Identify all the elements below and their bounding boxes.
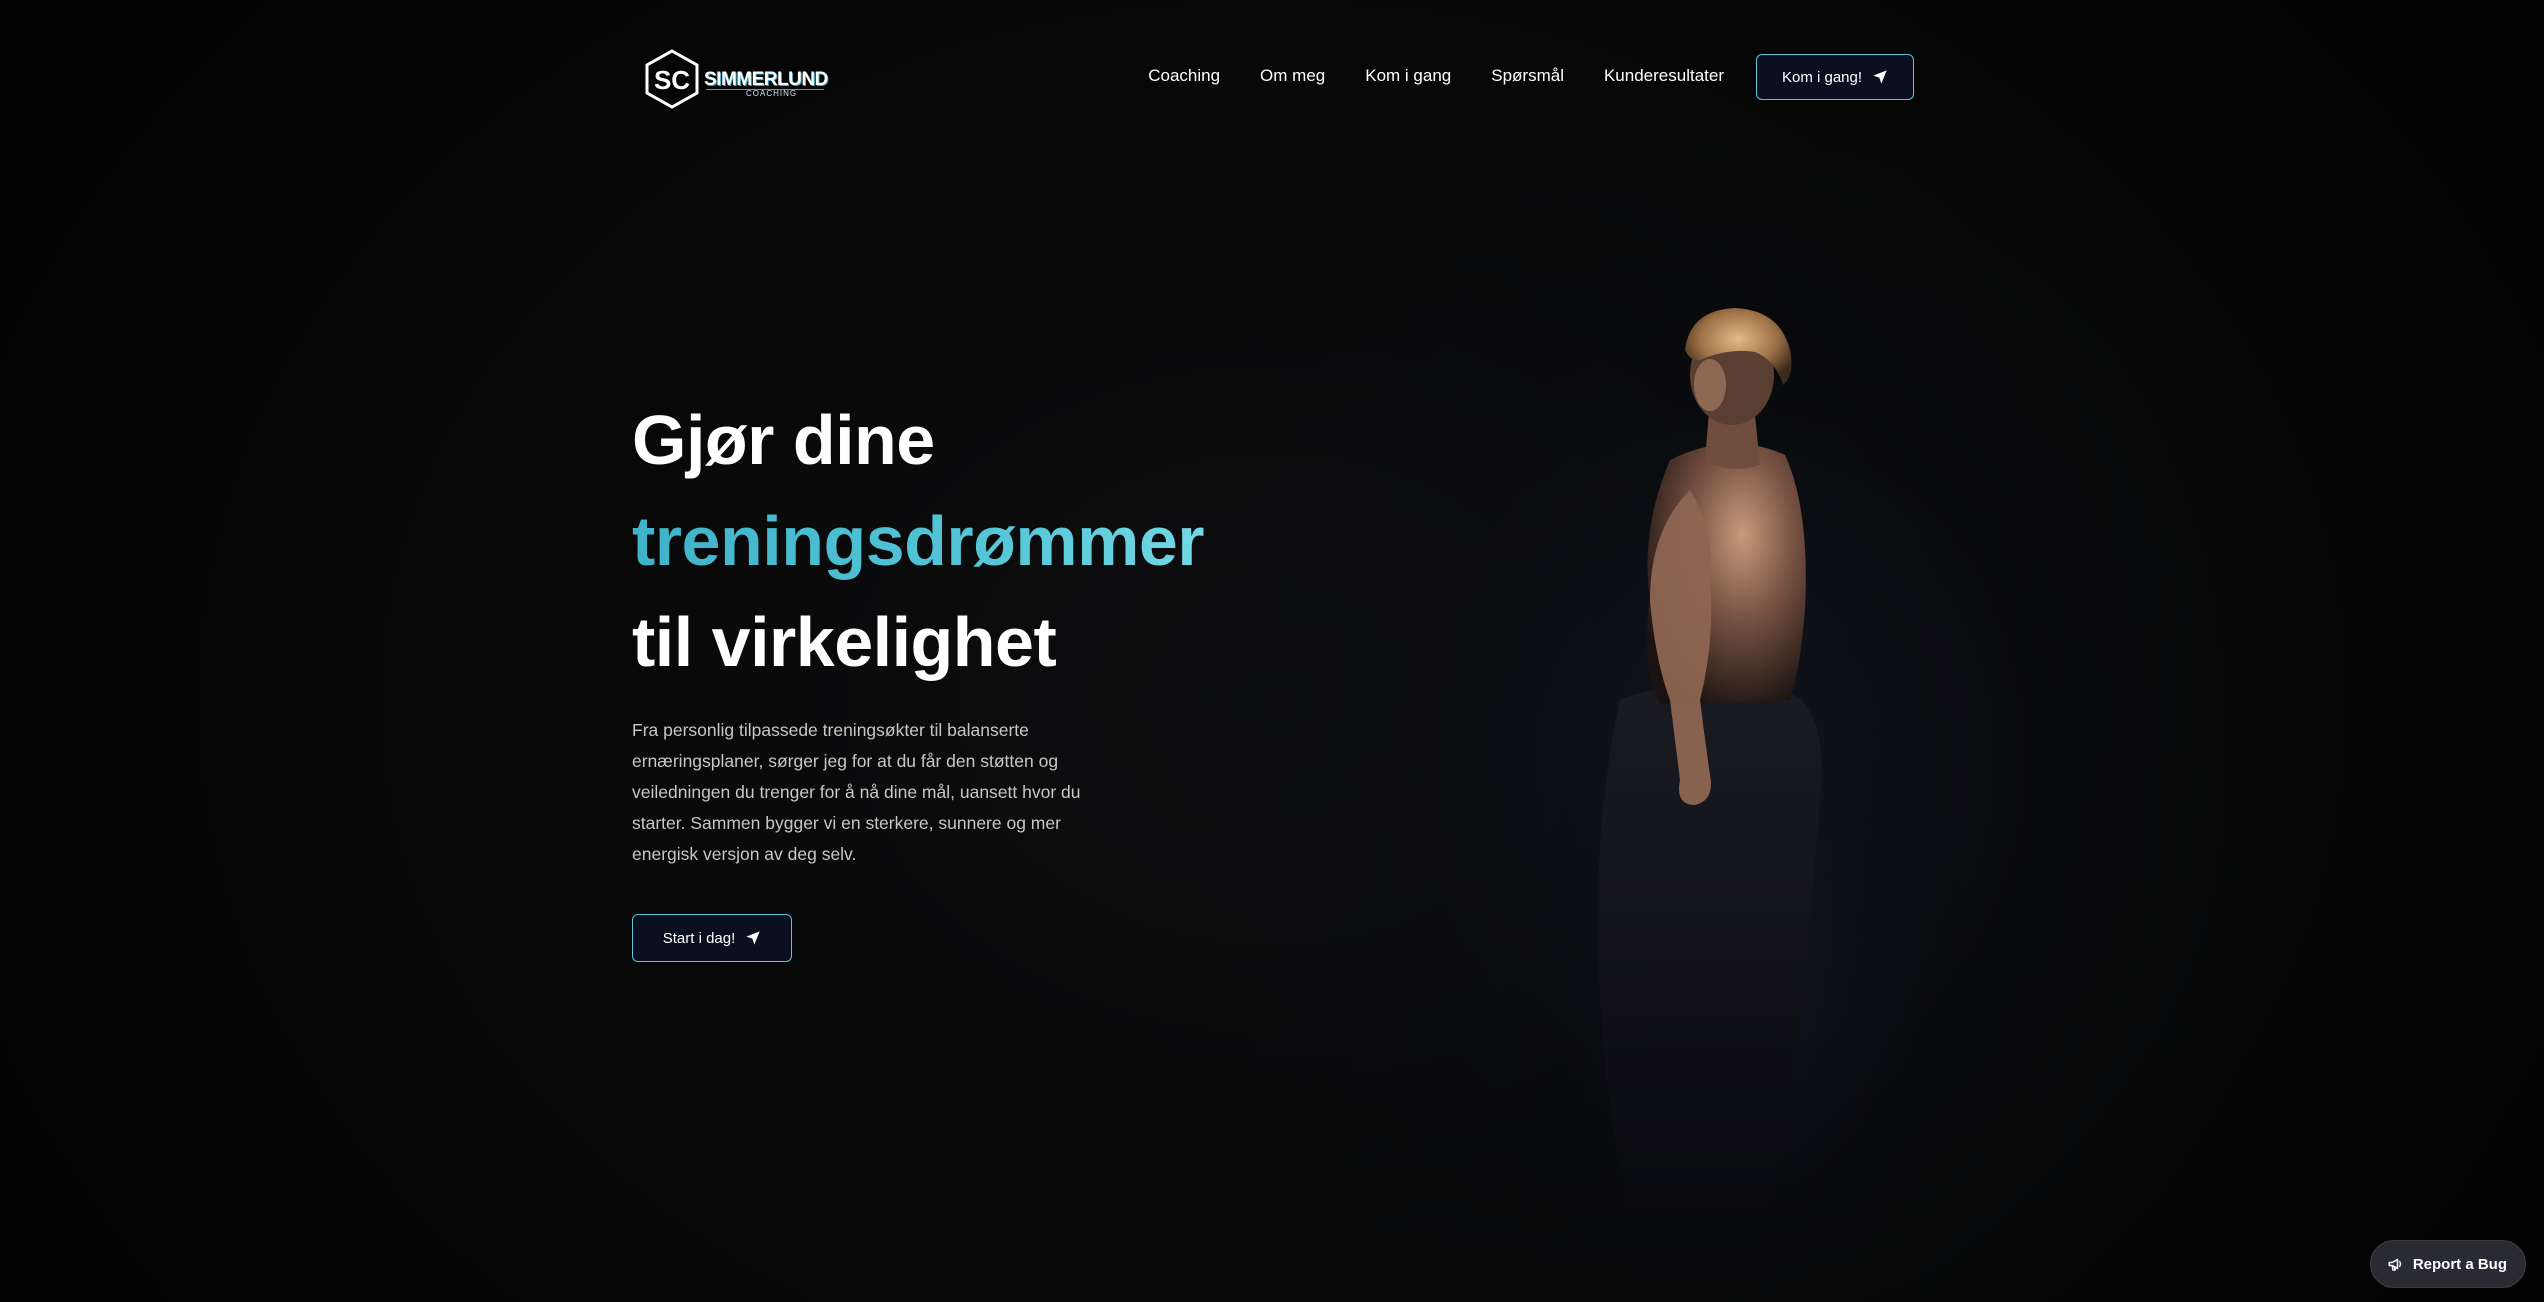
start-today-button[interactable]: Start i dag!	[632, 914, 792, 962]
nav-link-om-meg[interactable]: Om meg	[1260, 66, 1325, 86]
nav-cta-label: Kom i gang!	[1781, 68, 1863, 86]
brand-sub: COACHING	[746, 89, 798, 98]
svg-text:SC: SC	[654, 65, 690, 95]
nav-link-kom-i-gang[interactable]: Kom i gang	[1365, 66, 1451, 86]
nav-link-coaching[interactable]: Coaching	[1148, 66, 1220, 86]
logo-mark-icon: SC	[645, 49, 699, 109]
nav-links: Coaching Om meg Kom i gang Spørsmål Kund…	[1148, 66, 1724, 86]
hero-description: Fra personlig tilpassede treningsøkter t…	[632, 720, 1081, 864]
hero-title: Gjør dine treningsdrømmer til virkelighe…	[632, 390, 1332, 693]
hero-title-line-1: Gjør dine	[632, 401, 935, 479]
nav-link-sporsmal[interactable]: Spørsmål	[1491, 66, 1564, 86]
report-bug-button[interactable]: Report a Bug	[2369, 1240, 2526, 1288]
hero-section: Gjør dine treningsdrømmer til virkelighe…	[632, 390, 1332, 962]
report-bug-label: Report a Bug	[2412, 1255, 2507, 1273]
brand-logo[interactable]: SC SIMMERLUND COACHING	[642, 49, 832, 109]
nav-link-kunderesultater[interactable]: Kunderesultater	[1604, 66, 1724, 86]
brand-name: SIMMERLUND	[704, 69, 828, 90]
nav-cta-button[interactable]: Kom i gang!	[1756, 54, 1914, 100]
hero-title-accent: treningsdrømmer	[632, 491, 1332, 592]
start-today-label: Start i dag!	[662, 929, 736, 947]
page: SC SIMMERLUND COACHING Coaching Om meg K…	[0, 0, 2544, 1302]
hero-athlete-photo	[1490, 280, 2020, 1290]
send-icon	[746, 931, 760, 945]
top-nav: SC SIMMERLUND COACHING Coaching Om meg K…	[632, 44, 1914, 114]
hero-title-line-3: til virkelighet	[632, 603, 1057, 681]
megaphone-icon	[2388, 1258, 2402, 1271]
send-icon	[1873, 70, 1887, 84]
